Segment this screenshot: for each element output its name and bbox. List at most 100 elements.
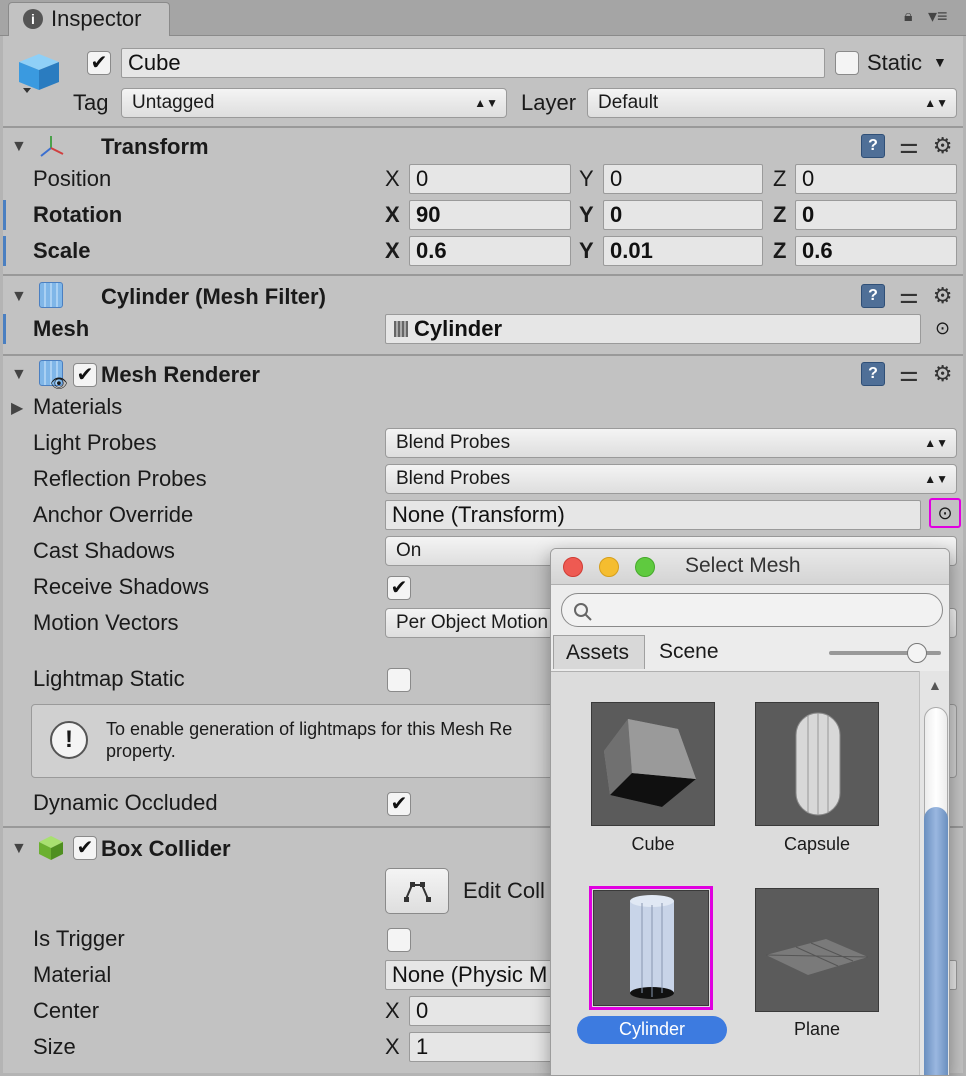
scale-label: Scale	[33, 238, 91, 263]
zoom-slider-thumb[interactable]	[907, 643, 928, 663]
layer-value: Default	[598, 92, 659, 113]
preset-icon[interactable]: ⚌	[899, 134, 919, 158]
divider	[3, 274, 963, 276]
receive-shadows-checkbox[interactable]: ✔	[387, 576, 411, 600]
updown-icon: ▲▼	[924, 436, 948, 450]
edit-collider-label: Edit Coll	[463, 878, 545, 903]
dynamic-occluded-label: Dynamic Occluded	[33, 790, 218, 815]
lightmap-static-checkbox[interactable]	[387, 668, 411, 692]
tab-scene[interactable]: Scene	[647, 635, 737, 669]
scrollbar-thumb-active[interactable]	[924, 807, 948, 1075]
materials-foldout-icon[interactable]: ▶	[11, 398, 23, 418]
edit-collider-icon	[404, 882, 431, 902]
object-picker-icon[interactable]: ⊙	[929, 498, 961, 528]
scale-x-input[interactable]: 0.6	[409, 236, 571, 266]
position-label: Position	[33, 166, 112, 191]
tab-inspector[interactable]: i Inspector	[8, 2, 170, 36]
reflection-probes-dropdown[interactable]: Blend Probes ▲▼	[385, 464, 957, 494]
active-checkbox[interactable]: ✔	[87, 51, 111, 75]
mesh-renderer-enabled-checkbox[interactable]: ✔	[73, 363, 97, 387]
reflection-probes-label: Reflection Probes	[33, 466, 207, 491]
updown-icon: ▲▼	[924, 96, 948, 110]
position-z-input[interactable]: 0	[795, 164, 957, 194]
is-trigger-label: Is Trigger	[33, 926, 125, 951]
search-input[interactable]	[598, 598, 928, 622]
asset-plane-label: Plane	[793, 1019, 841, 1039]
lock-icon[interactable]: 🔒︎	[904, 8, 913, 26]
help-icon[interactable]: ?	[861, 284, 885, 308]
material-label: Material	[33, 962, 112, 987]
foldout-arrow-icon[interactable]: ▼	[11, 840, 27, 858]
rotation-z-input[interactable]: 0	[795, 200, 957, 230]
search-field[interactable]	[561, 593, 943, 627]
cube-preview-icon	[604, 719, 696, 807]
is-trigger-checkbox[interactable]	[387, 928, 411, 952]
asset-cylinder-thumbnail[interactable]	[593, 890, 709, 1006]
size-x-input[interactable]: 1	[409, 1032, 571, 1062]
capsule-preview-icon	[795, 712, 841, 816]
mesh-filter-title: Cylinder (Mesh Filter)	[101, 284, 326, 309]
mesh-object-field[interactable]: Cylinder	[385, 314, 921, 344]
gear-icon[interactable]: ⚙	[933, 134, 953, 158]
cast-shadows-value: On	[396, 540, 422, 561]
scale-z-input[interactable]: 0.6	[795, 236, 957, 266]
tag-label: Tag	[73, 90, 109, 115]
zoom-slider[interactable]	[829, 643, 941, 663]
mesh-renderer-icon: 👁︎	[39, 360, 68, 391]
window-title: Select Mesh	[685, 554, 801, 577]
scroll-up-icon[interactable]: ▲	[928, 677, 942, 693]
layer-dropdown[interactable]: Default ▲▼	[587, 88, 957, 118]
position-y-input[interactable]: 0	[603, 164, 763, 194]
plane-preview-icon	[765, 939, 869, 975]
gear-icon[interactable]: ⚙	[933, 362, 953, 386]
foldout-arrow-icon[interactable]: ▼	[11, 288, 27, 306]
preset-icon[interactable]: ⚌	[899, 362, 919, 386]
maximize-icon[interactable]	[635, 557, 655, 577]
static-checkbox[interactable]	[835, 51, 859, 75]
light-probes-dropdown[interactable]: Blend Probes ▲▼	[385, 428, 957, 458]
rotation-x-input[interactable]: 90	[409, 200, 571, 230]
axis-y-label: Y	[579, 166, 594, 191]
asset-cylinder-label: Cylinder	[618, 1019, 686, 1039]
object-name-input[interactable]: Cube	[121, 48, 825, 78]
box-collider-enabled-checkbox[interactable]: ✔	[73, 836, 97, 860]
axis-z-label: Z	[773, 166, 787, 191]
asset-cube-thumbnail[interactable]	[591, 702, 715, 826]
dynamic-occluded-checkbox[interactable]: ✔	[387, 792, 411, 816]
preset-icon[interactable]: ⚌	[899, 284, 919, 308]
static-dropdown-icon[interactable]: ▼	[933, 54, 947, 70]
help-icon[interactable]: ?	[861, 134, 885, 158]
transform-title: Transform	[101, 134, 209, 159]
gear-icon[interactable]: ⚙	[933, 284, 953, 308]
foldout-arrow-icon[interactable]: ▼	[11, 366, 27, 384]
object-picker-icon[interactable]: ⊙	[935, 318, 950, 339]
scrollbar[interactable]: ▲	[919, 671, 949, 1075]
tab-assets[interactable]: Assets	[553, 635, 645, 669]
minimize-icon[interactable]	[599, 557, 619, 577]
anchor-override-field[interactable]: None (Transform)	[385, 500, 921, 530]
center-x-input[interactable]: 0	[409, 996, 571, 1026]
foldout-arrow-icon[interactable]: ▼	[11, 138, 27, 156]
scale-y-input[interactable]: 0.01	[603, 236, 763, 266]
asset-capsule-thumbnail[interactable]	[755, 702, 879, 826]
asset-plane-thumbnail[interactable]	[755, 888, 879, 1012]
close-icon[interactable]	[563, 557, 583, 577]
box-collider-icon	[37, 834, 65, 868]
warning-icon: !	[50, 721, 88, 759]
rotation-label: Rotation	[33, 202, 123, 227]
materials-label[interactable]: Materials	[33, 392, 122, 422]
window-titlebar: Select Mesh	[551, 549, 949, 585]
component-header-icons: ? ⚌ ⚙	[861, 284, 952, 308]
position-x-input[interactable]: 0	[409, 164, 571, 194]
edit-collider-button[interactable]	[385, 868, 449, 914]
tag-dropdown[interactable]: Untagged ▲▼	[121, 88, 507, 118]
divider	[3, 126, 963, 128]
menu-icon[interactable]: ▾≡	[928, 6, 948, 27]
info-icon: i	[23, 9, 43, 29]
modified-marker	[3, 200, 6, 230]
tab-bar: i Inspector 🔒︎ ▾≡	[0, 0, 966, 36]
modified-marker	[3, 314, 6, 344]
help-icon[interactable]: ?	[861, 362, 885, 386]
rotation-y-input[interactable]: 0	[603, 200, 763, 230]
motion-vectors-label: Motion Vectors	[33, 610, 179, 635]
